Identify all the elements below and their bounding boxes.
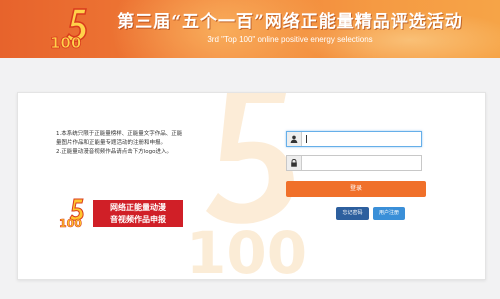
page-subtitle: 3rd "Top 100" online positive energy sel…	[207, 35, 373, 44]
lock-icon	[287, 156, 302, 170]
username-input[interactable]	[303, 133, 419, 145]
user-icon	[287, 132, 302, 146]
svg-text:100: 100	[59, 217, 82, 228]
svg-text:100: 100	[50, 34, 81, 52]
promo-banner[interactable]: 网络正能量动漫 音视频作品申报	[93, 200, 183, 227]
password-input[interactable]	[303, 157, 419, 169]
info-line-2: 2.正能量动漫音视频作品请点击下方logo进入。	[56, 149, 172, 156]
svg-text:100: 100	[186, 219, 307, 280]
promo-line-2: 音视频作品申报	[110, 214, 166, 224]
header-banner: 100 第三届“五个一百”网络正能量精品评选活动 3rd "Top 100" o…	[0, 0, 500, 58]
password-field[interactable]	[286, 155, 422, 171]
animation-video-entry[interactable]: 100 网络正能量动漫 音视频作品申报	[58, 198, 183, 228]
text-caret	[306, 135, 307, 143]
login-button[interactable]: 登录	[286, 181, 426, 197]
login-card: 100 1.本系统只限于正能量榜样、正能量文字作品、正能量图片作品和正能量专题活…	[17, 92, 486, 280]
username-field[interactable]	[286, 131, 422, 147]
page-title: 第三届“五个一百”网络正能量精品评选活动	[117, 12, 463, 32]
info-line-1: 1.本系统只限于正能量榜样、正能量文字作品、正能量图片作品和正能量专题活动的注册…	[56, 131, 183, 147]
top100-logo-icon: 100	[50, 8, 87, 52]
register-button[interactable]: 用户注册	[373, 207, 405, 220]
top100-promo-logo-icon[interactable]: 100	[58, 198, 92, 228]
promo-line-1: 网络正能量动漫	[110, 202, 166, 212]
info-text: 1.本系统只限于正能量榜样、正能量文字作品、正能量图片作品和正能量专题活动的注册…	[56, 130, 186, 158]
forgot-password-button[interactable]: 忘记密码	[336, 207, 369, 220]
